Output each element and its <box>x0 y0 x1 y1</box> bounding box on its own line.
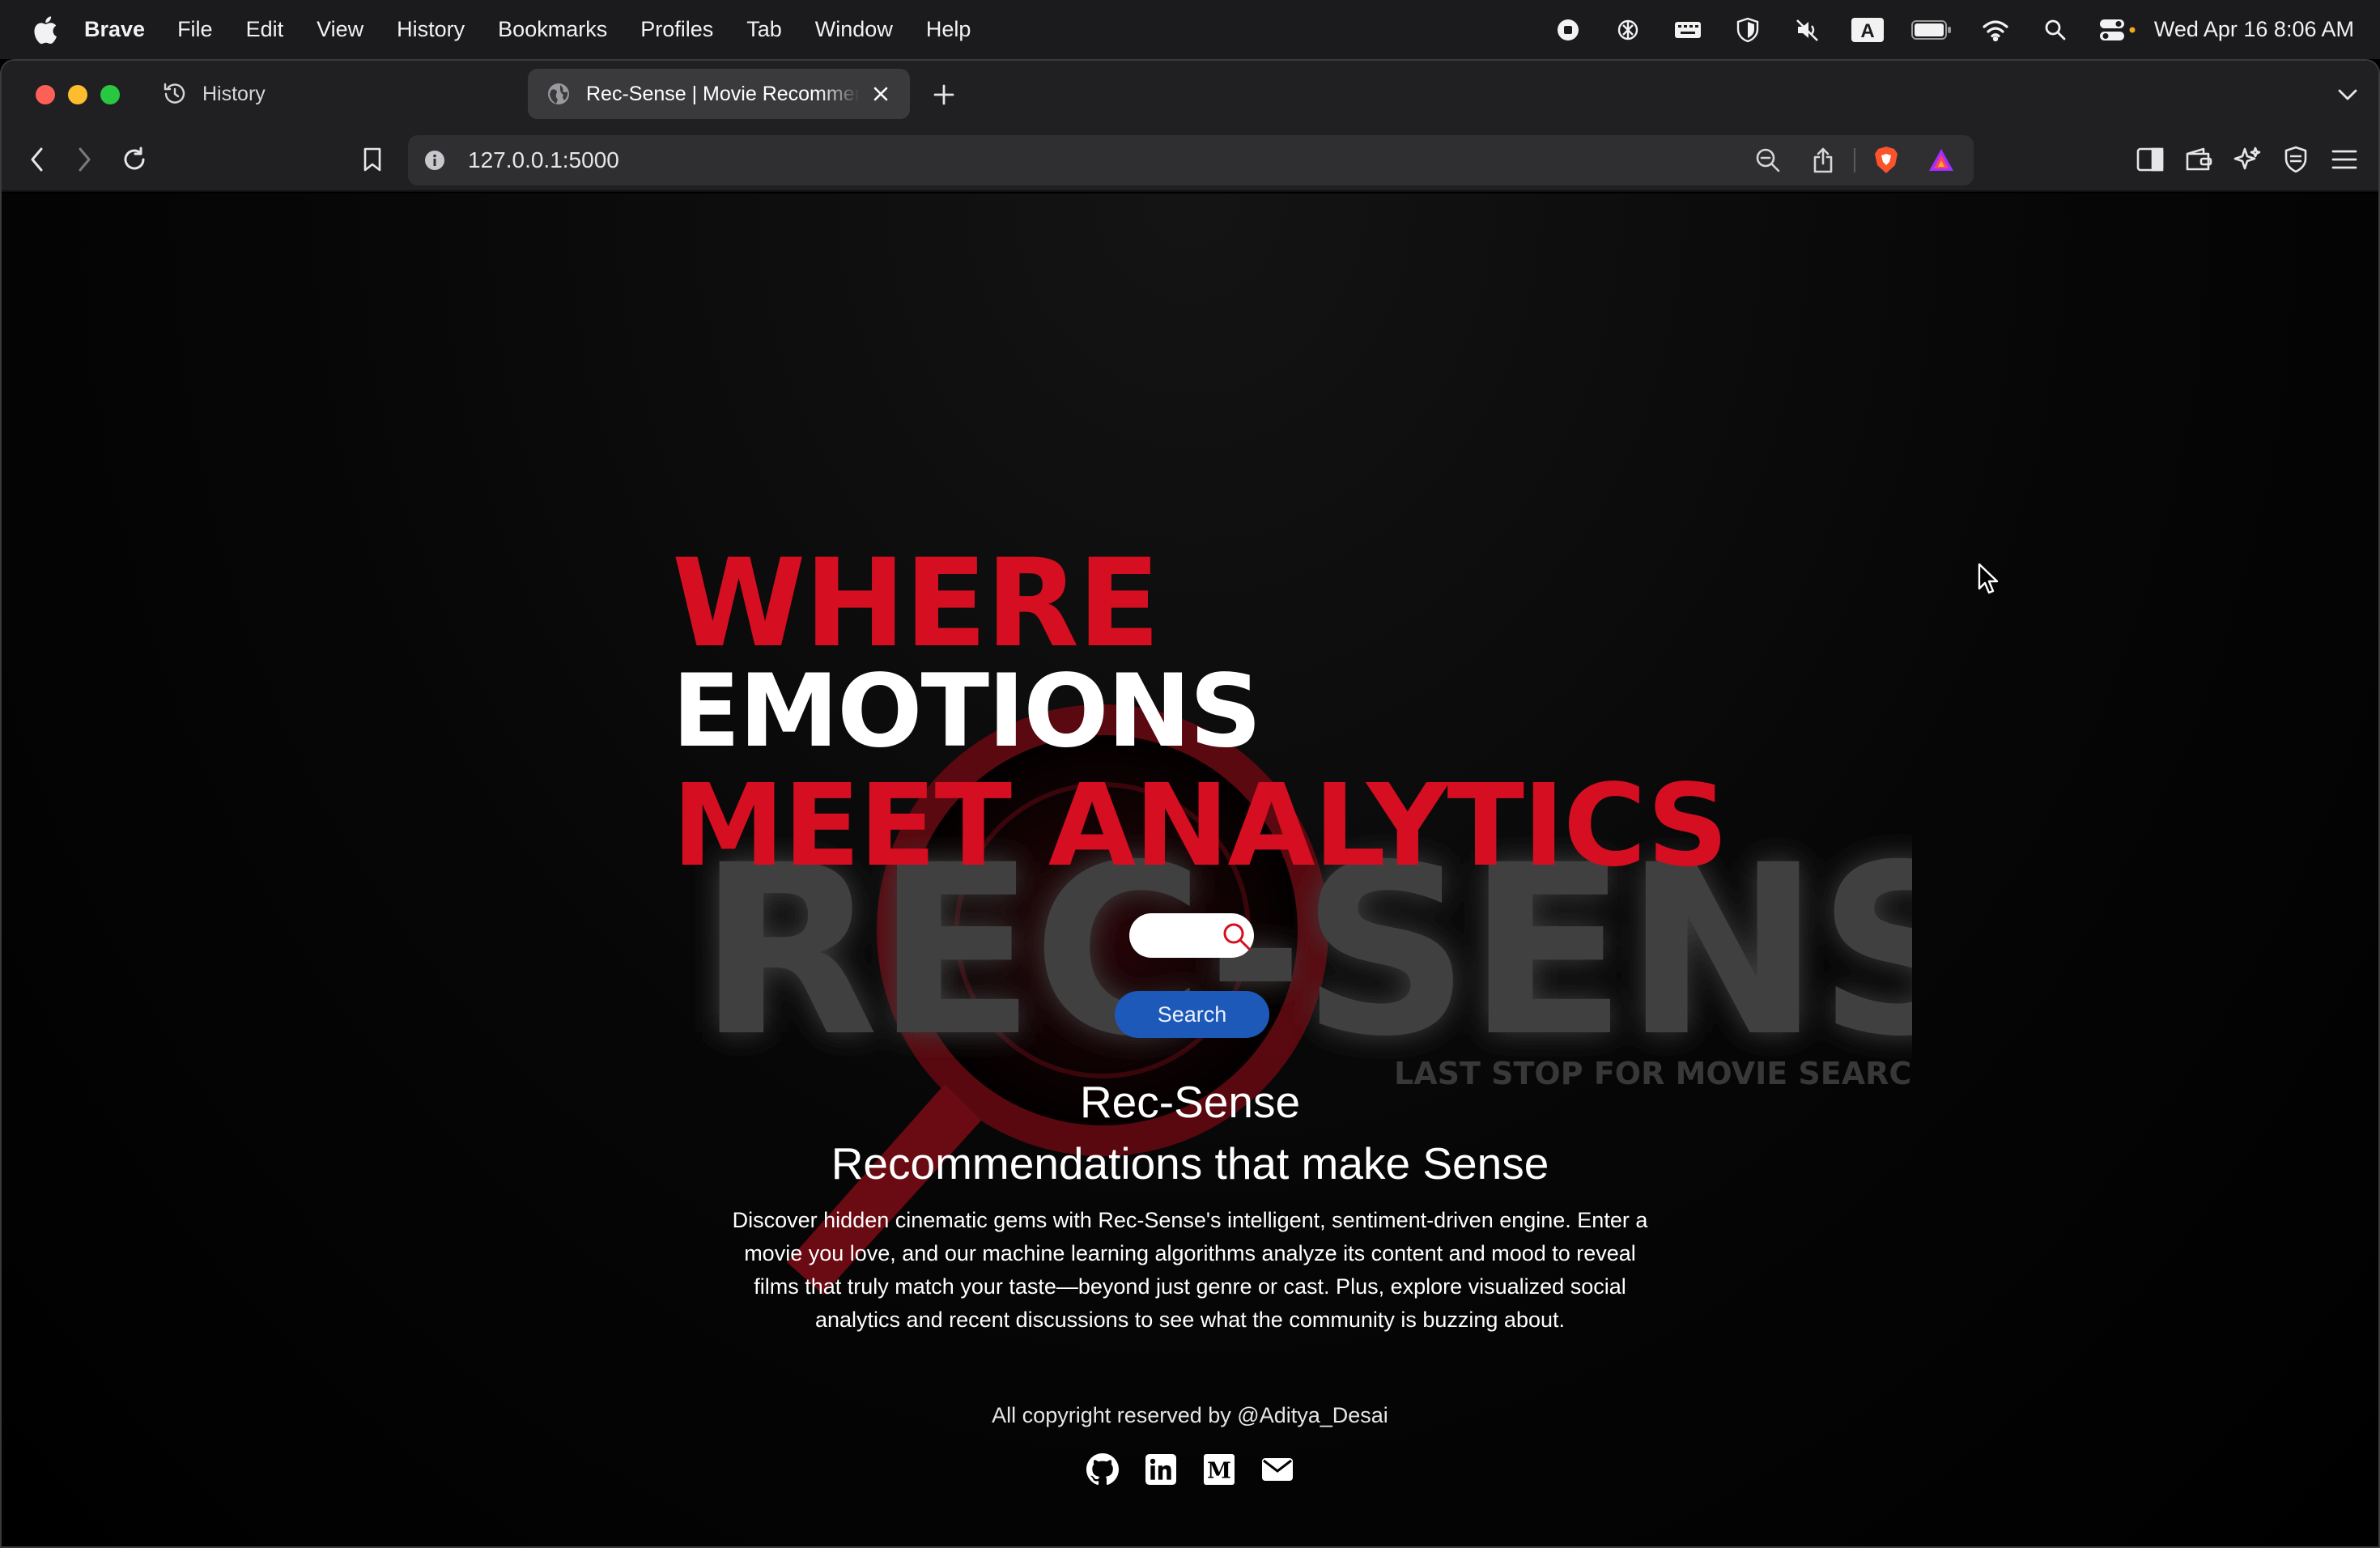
close-icon[interactable] <box>869 83 892 105</box>
brave-rewards-icon[interactable] <box>1925 144 1957 176</box>
browser-toolbar: 127.0.0.1:5000 <box>2 129 2378 192</box>
zoom-out-icon[interactable] <box>1752 144 1784 176</box>
window-zoom-button[interactable] <box>100 85 120 104</box>
input-source-icon[interactable]: A <box>1851 15 1884 45</box>
back-icon[interactable] <box>21 143 53 176</box>
main-menu-icon[interactable] <box>2328 143 2361 176</box>
menu-window[interactable]: Window <box>815 17 893 42</box>
menu-file[interactable]: File <box>177 17 213 42</box>
menu-bookmarks[interactable]: Bookmarks <box>498 17 607 42</box>
sidebar-toggle-icon[interactable] <box>2134 143 2166 176</box>
menu-history[interactable]: History <box>397 17 465 42</box>
tab-history[interactable]: History <box>144 69 516 119</box>
shield-icon[interactable] <box>1732 15 1764 45</box>
browser-window: History Rec-Sense | Movie Recommender <box>0 59 2380 1548</box>
footer-copyright: All copyright reserved by @Aditya_Desai <box>992 1403 1388 1427</box>
chatgpt-icon[interactable] <box>1612 15 1644 45</box>
mouse-cursor-icon <box>1978 563 1999 594</box>
leo-ai-icon[interactable] <box>2231 143 2263 176</box>
menu-app-name[interactable]: Brave <box>84 17 145 42</box>
social-links: M <box>1054 1452 1326 1490</box>
search-icon <box>1223 923 1251 950</box>
web-page: REC-SENSE LAST STOP FOR MOVIE SEARCH WHE… <box>2 194 2378 1546</box>
window-close-button[interactable] <box>36 85 55 104</box>
svg-text:M: M <box>1207 1458 1231 1483</box>
mute-icon[interactable] <box>1791 15 1824 45</box>
medium-icon[interactable]: M <box>1202 1452 1236 1486</box>
brand-subtitle: Recommendations that make Sense <box>831 1138 1549 1189</box>
menu-bar: Brave File Edit View History Bookmarks P… <box>0 0 2380 59</box>
wallet-icon[interactable] <box>2182 143 2215 176</box>
tab-strip: History Rec-Sense | Movie Recommender <box>2 61 2378 129</box>
wifi-icon[interactable] <box>1979 15 2012 45</box>
linkedin-icon[interactable] <box>1144 1452 1178 1486</box>
menu-profiles[interactable]: Profiles <box>640 17 713 42</box>
bookmark-icon[interactable] <box>356 143 389 176</box>
reload-icon[interactable] <box>118 143 151 176</box>
search-field[interactable] <box>1129 913 1254 958</box>
url-text[interactable]: 127.0.0.1:5000 <box>468 147 1729 173</box>
tab-title: Rec-Sense | Movie Recommender <box>586 82 860 105</box>
keyboard-icon[interactable] <box>1672 15 1704 45</box>
hero-line-emotions: EMOTIONS <box>672 653 1262 770</box>
history-icon <box>162 81 188 107</box>
battery-icon[interactable] <box>1910 15 1952 45</box>
brand-description: Discover hidden cinematic gems with Rec-… <box>732 1208 1648 1332</box>
address-bar[interactable]: 127.0.0.1:5000 <box>408 135 1974 185</box>
menu-help[interactable]: Help <box>926 17 971 42</box>
email-icon[interactable] <box>1260 1452 1294 1486</box>
globe-icon <box>546 81 572 107</box>
vpn-shield-icon[interactable] <box>2280 143 2312 176</box>
tab-title: History <box>202 82 266 105</box>
window-minimize-button[interactable] <box>68 85 87 104</box>
control-center-icon[interactable] <box>2099 15 2136 45</box>
record-icon[interactable] <box>1552 15 1584 45</box>
forward-icon[interactable] <box>68 143 100 176</box>
chevron-down-icon[interactable] <box>2333 80 2362 109</box>
menu-view[interactable]: View <box>317 17 363 42</box>
brand-title: Rec-Sense <box>1079 1077 1301 1127</box>
toolbar-separator <box>1854 148 1855 172</box>
tab-rec-sense[interactable]: Rec-Sense | Movie Recommender <box>528 69 910 119</box>
github-icon[interactable] <box>1086 1452 1120 1486</box>
spotlight-icon[interactable] <box>2039 15 2072 45</box>
menu-tab[interactable]: Tab <box>746 17 782 42</box>
apple-icon[interactable] <box>31 15 58 45</box>
search-button[interactable]: Search <box>1115 991 1269 1038</box>
menu-edit[interactable]: Edit <box>246 17 284 42</box>
input-source-label: A <box>1860 20 1874 42</box>
new-tab-plus-icon[interactable] <box>929 80 958 109</box>
menubar-clock[interactable]: Wed Apr 16 8:06 AM <box>2154 17 2354 42</box>
brave-shields-icon[interactable] <box>1870 144 1902 176</box>
hero-line-meet-analytics: MEET ANALYTICS <box>672 760 1728 892</box>
site-info-icon[interactable] <box>423 148 447 172</box>
share-icon[interactable] <box>1807 144 1839 176</box>
